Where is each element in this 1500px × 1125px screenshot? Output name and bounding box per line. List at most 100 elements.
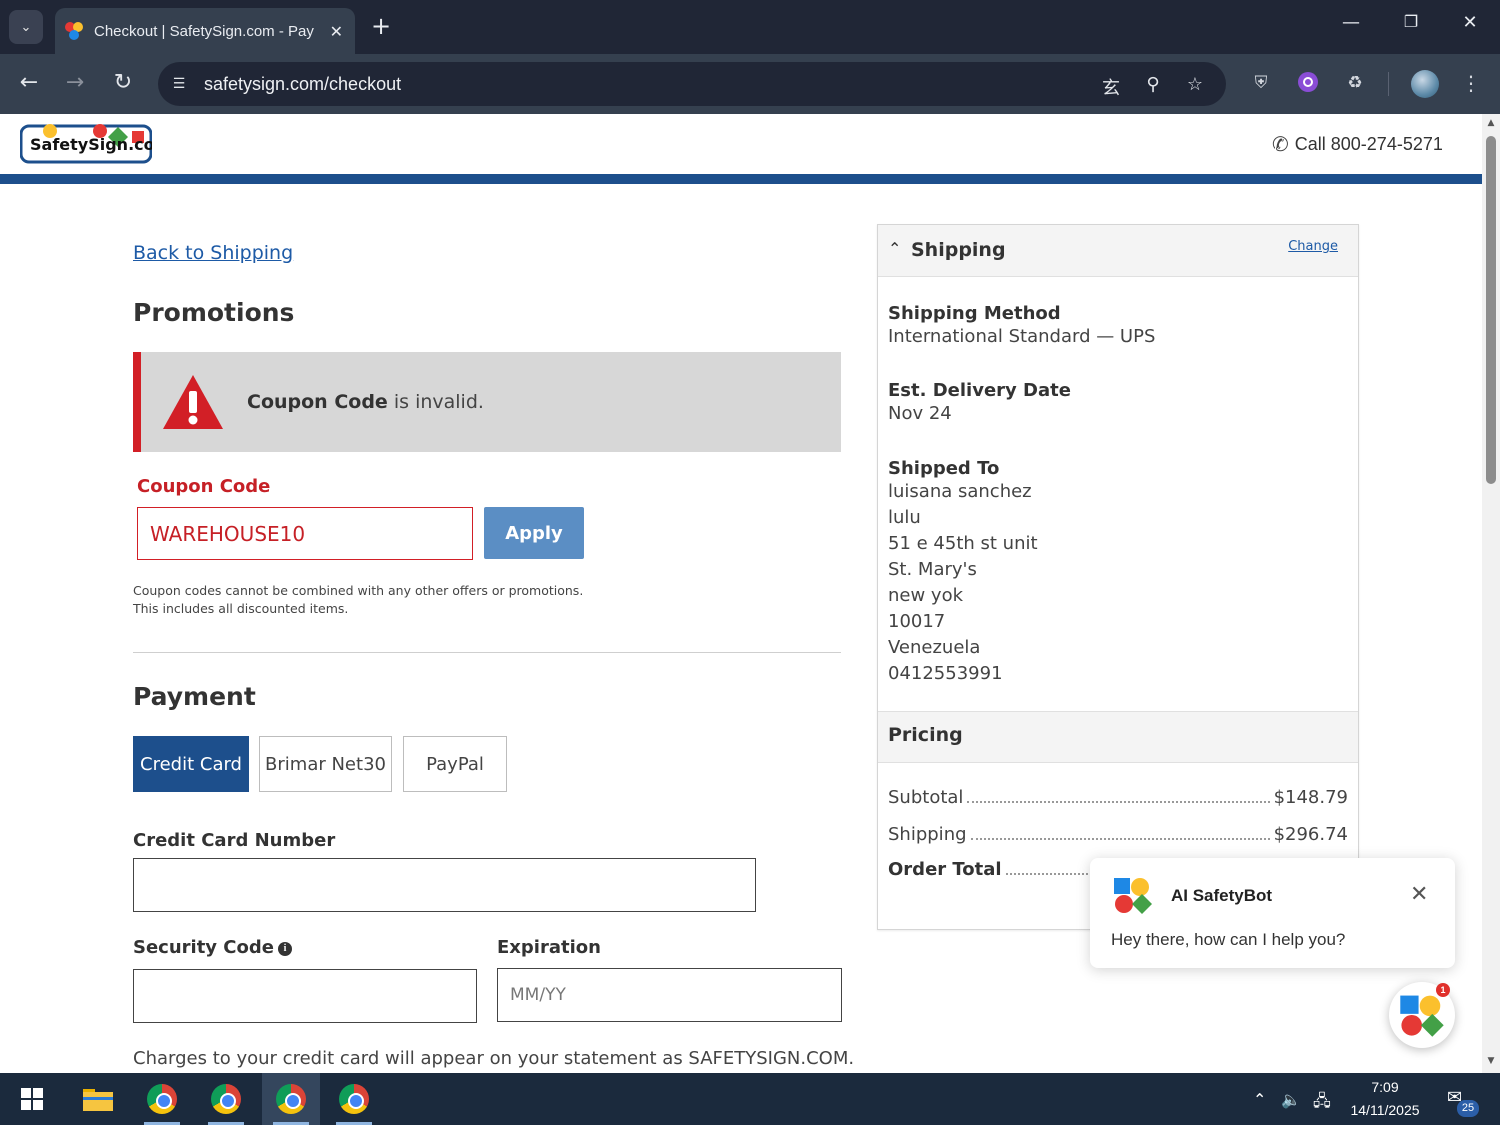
order-total-label: Order Total — [888, 859, 1002, 880]
card-number-label: Credit Card Number — [133, 830, 336, 851]
close-icon[interactable]: ✕ — [1410, 882, 1428, 907]
chatbot-launcher-button[interactable]: 1 — [1389, 982, 1455, 1048]
clock-date[interactable]: 14/11/2025 — [1340, 1102, 1430, 1118]
chevron-up-icon[interactable]: ⌃ — [1253, 1090, 1266, 1109]
chrome-icon[interactable] — [262, 1073, 320, 1125]
shipping-cost-label: Shipping — [888, 824, 967, 845]
toolbar-divider — [1388, 72, 1389, 96]
delivery-date-label: Est. Delivery Date — [888, 380, 1071, 401]
browser-tab[interactable]: Checkout | SafetySign.com - Pay ✕ — [55, 8, 355, 54]
safetybot-logo-icon — [1114, 878, 1152, 914]
shield-icon[interactable]: ⛨ — [1249, 71, 1273, 95]
site-info-icon[interactable]: ☰ — [170, 75, 188, 93]
scroll-thumb[interactable] — [1486, 136, 1496, 484]
shipping-section-header[interactable]: ⌃ Shipping Change — [878, 225, 1358, 277]
payment-heading: Payment — [133, 682, 256, 711]
promotions-heading: Promotions — [133, 298, 295, 327]
security-code-field[interactable] — [133, 969, 477, 1023]
address-line: 10017 — [888, 611, 946, 632]
minimize-icon[interactable]: — — [1336, 12, 1366, 33]
menu-icon[interactable]: ⋮ — [1459, 71, 1483, 95]
tab-credit-card[interactable]: Credit Card — [133, 736, 249, 792]
address-line: 51 e 45th st unit — [888, 533, 1038, 554]
plus-icon[interactable]: + — [368, 12, 394, 40]
chevron-up-icon[interactable]: ⌃ — [888, 239, 901, 258]
address-bar[interactable]: ☰ safetysign.com/checkout 玄 ⚲ ☆ — [158, 62, 1226, 106]
profile-avatar[interactable] — [1411, 70, 1439, 98]
windows-start-icon[interactable] — [6, 1073, 58, 1125]
warning-icon — [163, 375, 223, 429]
shipping-cost-value: $296.74 — [1273, 824, 1348, 845]
address-line: 0412553991 — [888, 663, 1003, 684]
security-code-label: Security Code i — [133, 937, 292, 958]
phone-text: Call 800-274-5271 — [1294, 134, 1443, 154]
address-line: luisana sanchez — [888, 481, 1032, 502]
scroll-down-icon[interactable]: ▼ — [1486, 1056, 1496, 1066]
scroll-up-icon[interactable]: ▲ — [1486, 118, 1496, 128]
tab-title: Checkout | SafetySign.com - Pay — [94, 22, 314, 40]
chrome-icon[interactable] — [200, 1073, 252, 1125]
translate-icon[interactable]: 玄 — [1099, 74, 1123, 100]
browser-toolbar: ← → ↻ ☰ safetysign.com/checkout 玄 ⚲ ☆ ⛨ … — [0, 54, 1500, 114]
chrome-icon[interactable] — [136, 1073, 188, 1125]
shipping-method-value: International Standard — UPS — [888, 326, 1156, 347]
card-number-field[interactable] — [133, 858, 756, 912]
info-icon[interactable]: i — [277, 942, 292, 956]
back-icon[interactable]: ← — [14, 68, 44, 98]
puzzle-icon[interactable]: ♻ — [1343, 71, 1367, 95]
expiration-field[interactable] — [497, 968, 842, 1022]
shipped-to: Shipped To luisana sanchez lulu 51 e 45t… — [888, 458, 1038, 687]
extension-icon[interactable] — [1296, 71, 1320, 95]
alert-message: Coupon Code is invalid. — [247, 391, 484, 413]
tab-brimar-net30[interactable]: Brimar Net30 — [259, 736, 392, 792]
chatbot-popup[interactable]: AI SafetyBot ✕ Hey there, how can I help… — [1090, 858, 1455, 968]
coupon-code-label: Coupon Code — [137, 476, 271, 497]
subtotal-label: Subtotal — [888, 787, 964, 808]
order-summary-panel: ⌃ Shipping Change Shipping Method Intern… — [877, 224, 1359, 930]
delivery-date: Est. Delivery Date Nov 24 — [888, 380, 1071, 427]
windows-taskbar: ⌃ 🔈 🖧 7:09 14/11/2025 ✉ 25 — [0, 1073, 1500, 1125]
coupon-error-alert: Coupon Code is invalid. — [133, 352, 841, 452]
pricing-title: Pricing — [888, 724, 963, 746]
forward-icon[interactable]: → — [60, 68, 90, 98]
chrome-icon[interactable] — [328, 1073, 380, 1125]
address-line: Venezuela — [888, 637, 981, 658]
chatbot-name: AI SafetyBot — [1171, 886, 1273, 905]
subtotal-row: Subtotal $148.79 — [888, 787, 1348, 808]
apply-coupon-button[interactable]: Apply — [484, 507, 584, 559]
network-icon[interactable]: 🖧 — [1313, 1090, 1331, 1117]
subtotal-value: $148.79 — [1273, 787, 1348, 808]
page-scrollbar[interactable]: ▲ ▼ — [1482, 114, 1500, 1073]
address-line: new yok — [888, 585, 964, 606]
speaker-icon[interactable]: 🔈 — [1281, 1090, 1301, 1109]
tab-paypal[interactable]: PayPal — [403, 736, 507, 792]
key-icon[interactable]: ⚲ — [1141, 74, 1165, 95]
url-text: safetysign.com/checkout — [204, 73, 402, 94]
star-icon[interactable]: ☆ — [1183, 74, 1207, 95]
reload-icon[interactable]: ↻ — [108, 68, 138, 98]
change-shipping-link[interactable]: Change — [1288, 239, 1338, 254]
browser-titlebar: ⌄ Checkout | SafetySign.com - Pay ✕ + — … — [0, 0, 1500, 54]
pricing-section-header: Pricing — [878, 711, 1358, 763]
restore-icon[interactable]: ❐ — [1396, 12, 1426, 31]
safetybot-launcher-icon — [1400, 995, 1444, 1037]
clock-time[interactable]: 7:09 — [1340, 1079, 1430, 1095]
header-divider — [0, 174, 1482, 184]
safetysign-logo[interactable]: SafetySign.com — [20, 123, 152, 165]
phone-icon: ✆ — [1272, 134, 1289, 156]
back-to-shipping-link[interactable]: Back to Shipping — [133, 242, 293, 264]
notification-count: 25 — [1457, 1100, 1479, 1117]
chatbot-message: Hey there, how can I help you? — [1111, 930, 1346, 949]
expiration-label: Expiration — [497, 937, 601, 958]
safetysign-favicon-icon — [65, 22, 83, 40]
checkout-page: SafetySign.com ✆ Call 800-274-5271 Back … — [0, 114, 1482, 1073]
file-explorer-icon[interactable] — [72, 1073, 124, 1125]
coupon-code-input[interactable] — [137, 507, 473, 560]
close-window-icon[interactable]: ✕ — [1455, 12, 1485, 33]
phone-number[interactable]: ✆ Call 800-274-5271 — [1272, 132, 1443, 157]
shipping-title: Shipping — [911, 239, 1006, 261]
close-icon[interactable]: ✕ — [330, 22, 343, 41]
address-line: St. Mary's — [888, 559, 977, 580]
address-line: lulu — [888, 507, 921, 528]
tab-list-icon[interactable]: ⌄ — [9, 10, 43, 44]
